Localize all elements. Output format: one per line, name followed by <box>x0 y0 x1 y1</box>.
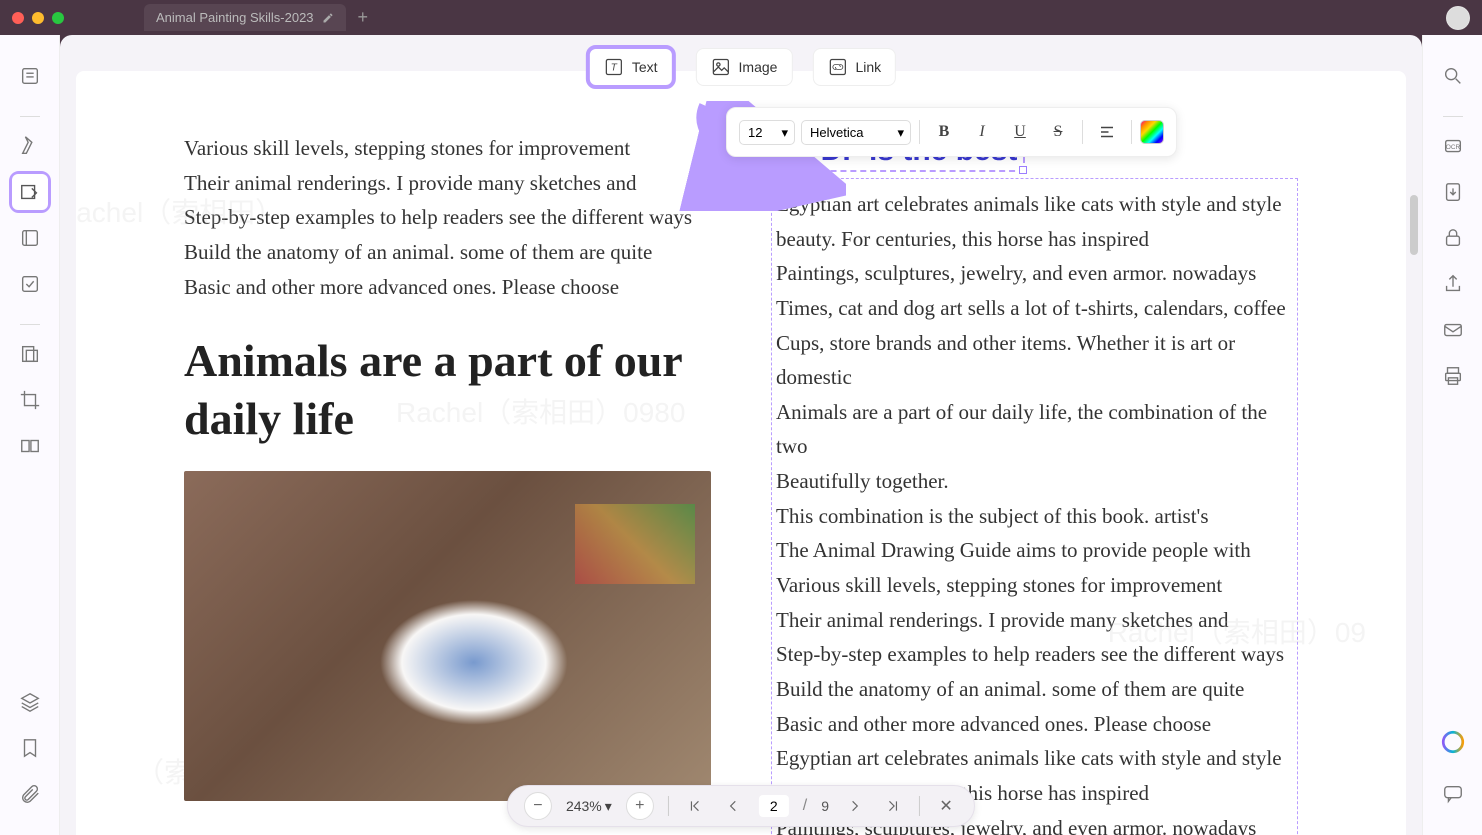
new-tab-button[interactable]: + <box>358 7 369 28</box>
font-size-select[interactable]: 12▾ <box>739 120 795 145</box>
form-tool[interactable] <box>9 263 51 305</box>
redact-tool[interactable] <box>9 333 51 375</box>
body-line: Egyptian art celebrates animals like cat… <box>776 187 1293 222</box>
body-line: Step-by-step examples to help readers se… <box>184 200 711 235</box>
right-toolbar: OCR <box>1422 35 1482 835</box>
protect-button[interactable] <box>1432 217 1474 259</box>
text-mode-button[interactable]: T Text <box>586 45 676 89</box>
tab-title: Animal Painting Skills-2023 <box>156 10 314 25</box>
body-line: Animals are a part of our daily life, th… <box>776 395 1293 464</box>
body-line: Cups, store brands and other items. Whet… <box>776 326 1293 395</box>
page-separator: / <box>803 797 807 815</box>
document-tab[interactable]: Animal Painting Skills-2023 <box>144 4 346 31</box>
link-mode-label: Link <box>855 59 881 75</box>
last-page-button[interactable] <box>881 794 905 818</box>
zoom-level[interactable]: 243%▾ <box>566 798 612 815</box>
email-button[interactable] <box>1432 309 1474 351</box>
vertical-scrollbar[interactable] <box>1410 195 1418 255</box>
article-image <box>184 471 711 801</box>
body-line: This combination is the subject of this … <box>776 499 1293 534</box>
page-nav-bar: − 243%▾ + / 9 ✕ <box>507 785 975 827</box>
current-page-input[interactable] <box>759 795 789 817</box>
italic-button[interactable]: I <box>966 116 998 148</box>
maximize-window[interactable] <box>52 12 64 24</box>
link-mode-button[interactable]: Link <box>812 48 896 86</box>
text-icon: T <box>604 57 624 77</box>
text-format-bar: 12▾ Helvetica▾ B I U S <box>726 107 1177 157</box>
font-family-select[interactable]: Helvetica▾ <box>801 120 911 145</box>
crop-tool[interactable] <box>9 379 51 421</box>
body-line: Paintings, sculptures, jewelry, and even… <box>776 256 1293 291</box>
left-column: Various skill levels, stepping stones fo… <box>184 131 711 835</box>
next-page-button[interactable] <box>843 794 867 818</box>
body-line: Egyptian art celebrates animals like cat… <box>776 741 1293 776</box>
editable-text-block[interactable]: Egyptian art celebrates animals like cat… <box>771 178 1298 835</box>
body-line: Times, cat and dog art sells a lot of t-… <box>776 291 1293 326</box>
user-avatar[interactable] <box>1446 6 1470 30</box>
title-bar: Animal Painting Skills-2023 + <box>0 0 1482 35</box>
align-button[interactable] <box>1091 116 1123 148</box>
text-color-button[interactable] <box>1140 120 1164 144</box>
body-line: Build the anatomy of an animal. some of … <box>184 235 711 270</box>
image-mode-label: Image <box>739 59 778 75</box>
svg-text:T: T <box>611 62 618 73</box>
total-pages: 9 <box>821 798 829 814</box>
body-line: Basic and other more advanced ones. Plea… <box>776 707 1293 742</box>
page-view[interactable]: Rachel（索相田） Rachel（索相田）0980 （索相田） Rachel… <box>76 71 1406 835</box>
close-bar-button[interactable]: ✕ <box>934 794 958 818</box>
article-heading: Animals are a part of our daily life <box>184 332 711 447</box>
right-column: UPDF is the best Egyptian art celebrates… <box>771 131 1298 835</box>
minimize-window[interactable] <box>32 12 44 24</box>
bold-button[interactable]: B <box>928 116 960 148</box>
prev-page-button[interactable] <box>721 794 745 818</box>
body-line: Their animal renderings. I provide many … <box>776 603 1293 638</box>
content-area: T Text Image Link 12▾ Helvetica▾ B I U S <box>60 35 1422 835</box>
body-line: Build the anatomy of an animal. some of … <box>776 672 1293 707</box>
zoom-out-button[interactable]: − <box>524 792 552 820</box>
organize-tool[interactable] <box>9 217 51 259</box>
edit-mode-bar: T Text Image Link <box>586 45 896 89</box>
ocr-button[interactable]: OCR <box>1432 125 1474 167</box>
image-mode-button[interactable]: Image <box>696 48 793 86</box>
edit-text-tool[interactable] <box>9 171 51 213</box>
image-icon <box>711 57 731 77</box>
convert-button[interactable] <box>1432 171 1474 213</box>
underline-button[interactable]: U <box>1004 116 1036 148</box>
body-line: Step-by-step examples to help readers se… <box>776 637 1293 672</box>
first-page-button[interactable] <box>683 794 707 818</box>
compare-tool[interactable] <box>9 425 51 467</box>
link-icon <box>827 57 847 77</box>
strikethrough-button[interactable]: S <box>1042 116 1074 148</box>
zoom-in-button[interactable]: + <box>626 792 654 820</box>
print-button[interactable] <box>1432 355 1474 397</box>
body-line: Basic and other more advanced ones. Plea… <box>184 270 711 305</box>
comments-button[interactable] <box>1432 773 1474 815</box>
body-line: beauty. For centuries, this horse has in… <box>776 222 1293 257</box>
ai-assistant-button[interactable] <box>1432 721 1474 763</box>
annotate-tool[interactable] <box>9 125 51 167</box>
body-line: Beautifully together. <box>776 464 1293 499</box>
bookmark-button[interactable] <box>9 727 51 769</box>
body-line: Various skill levels, stepping stones fo… <box>776 568 1293 603</box>
body-line: Various skill levels, stepping stones fo… <box>184 131 711 166</box>
attachment-button[interactable] <box>9 773 51 815</box>
window-controls <box>12 12 64 24</box>
share-button[interactable] <box>1432 263 1474 305</box>
left-toolbar <box>0 35 60 835</box>
close-window[interactable] <box>12 12 24 24</box>
svg-text:OCR: OCR <box>1445 144 1460 151</box>
body-line: Their animal renderings. I provide many … <box>184 166 711 201</box>
layers-button[interactable] <box>9 681 51 723</box>
reader-tool[interactable] <box>9 55 51 97</box>
edit-icon <box>322 12 334 24</box>
body-line: The Animal Drawing Guide aims to provide… <box>776 533 1293 568</box>
text-mode-label: Text <box>632 59 658 75</box>
search-button[interactable] <box>1432 55 1474 97</box>
